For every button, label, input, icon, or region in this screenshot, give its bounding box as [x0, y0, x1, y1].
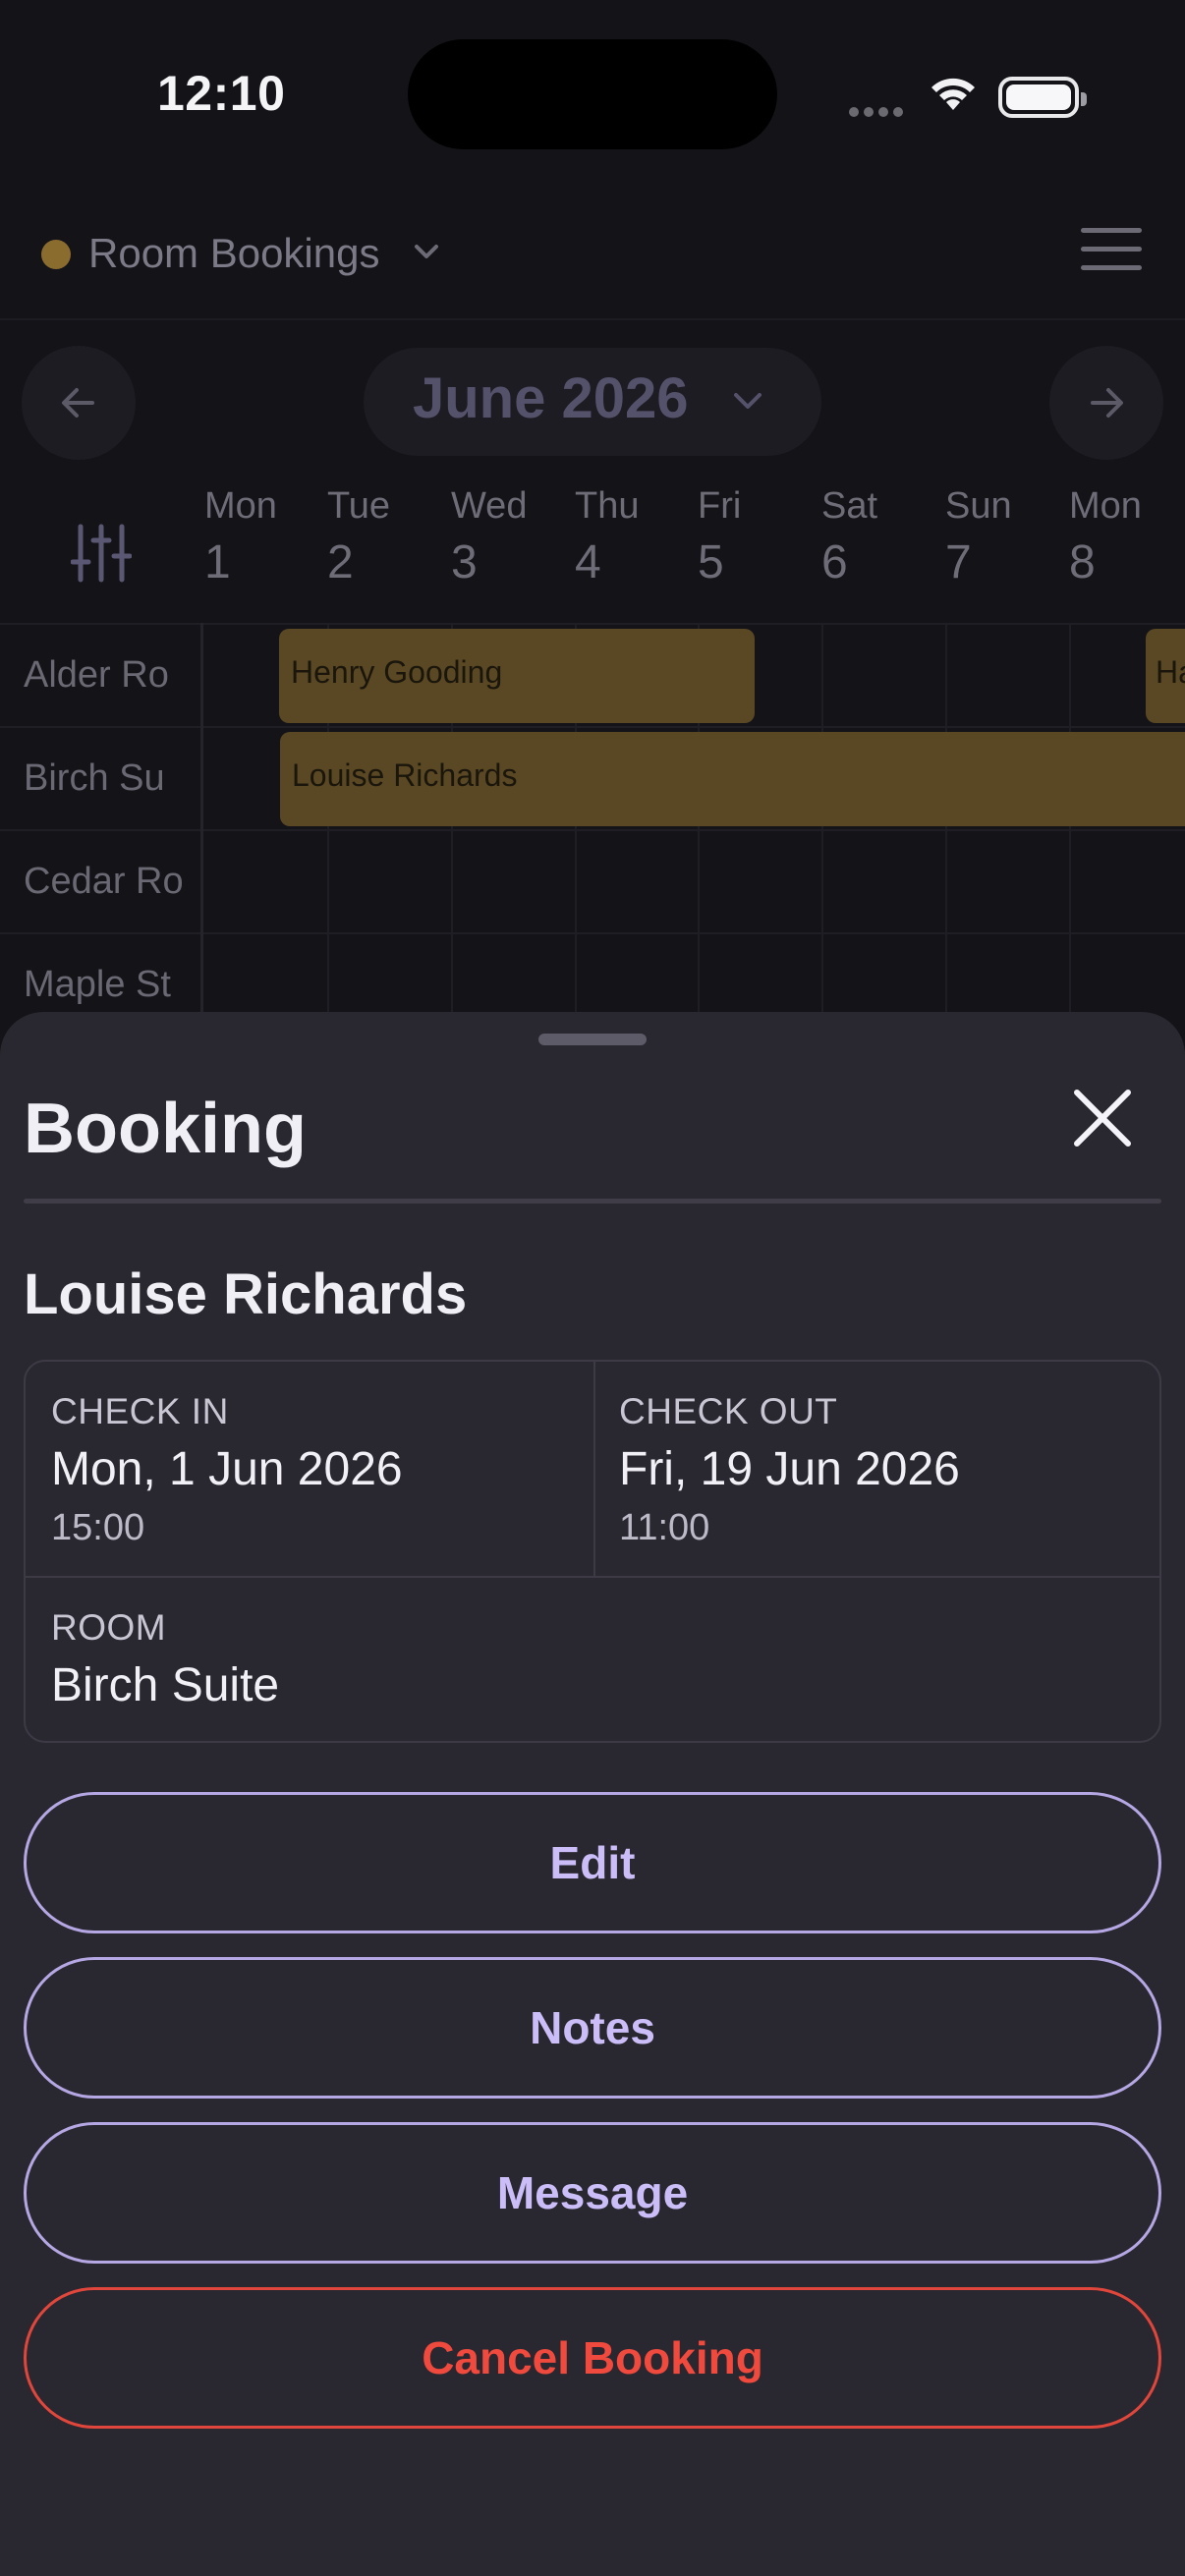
next-month-button[interactable] — [1049, 346, 1163, 460]
day-header: Fri 5 — [698, 485, 742, 588]
day-header: Thu 4 — [575, 485, 640, 588]
sheet-title: Booking — [24, 1090, 307, 1168]
day-header: Mon 8 — [1069, 485, 1142, 588]
edit-button[interactable]: Edit — [24, 1792, 1161, 1933]
status-time: 12:10 — [157, 66, 286, 121]
calendar-color-dot — [41, 240, 71, 269]
day-header: Mon 1 — [204, 485, 277, 588]
wifi-icon — [928, 75, 979, 119]
check-in-label: CHECK IN — [51, 1391, 229, 1431]
booking-block[interactable]: Louise Richards — [280, 732, 1185, 826]
check-in-date: Mon, 1 Jun 2026 — [51, 1443, 403, 1495]
hamburger-menu-icon[interactable] — [1081, 228, 1142, 275]
room-row[interactable]: Cedar Ro — [0, 829, 1185, 932]
booking-block[interactable]: Henry Gooding — [279, 629, 755, 723]
guest-name: Louise Richards — [24, 1262, 468, 1326]
booking-sheet: Booking Louise Richards CHECK IN Mon, 1 … — [0, 1012, 1185, 2576]
month-label[interactable]: June 2026 — [413, 365, 689, 431]
sheet-divider — [24, 1199, 1161, 1204]
card-divider — [26, 1576, 1159, 1578]
room-label: Alder Ro — [24, 654, 169, 696]
cellular-signal-icon — [849, 104, 908, 122]
arrow-left-icon — [62, 388, 94, 418]
booking-details-card: CHECK IN Mon, 1 Jun 2026 15:00 CHECK OUT… — [24, 1360, 1161, 1743]
status-bar: 12:10 — [0, 0, 1185, 196]
check-out-time: 11:00 — [619, 1507, 710, 1548]
day-header: Tue 2 — [327, 485, 391, 588]
cancel-booking-button[interactable]: Cancel Booking — [24, 2287, 1161, 2429]
dynamic-island — [408, 39, 777, 149]
room-label: Maple St — [24, 964, 171, 1005]
chevron-down-icon[interactable] — [411, 236, 442, 272]
previous-month-button[interactable] — [22, 346, 136, 460]
check-in-time: 15:00 — [51, 1507, 145, 1548]
battery-icon — [998, 77, 1087, 118]
room-name: Birch Suite — [51, 1659, 280, 1711]
card-divider — [593, 1362, 595, 1576]
sheet-grabber[interactable] — [538, 1034, 647, 1045]
calendar-selector[interactable]: Room Bookings — [88, 230, 379, 277]
arrow-right-icon — [1091, 388, 1123, 418]
room-label: Birch Su — [24, 757, 165, 799]
message-button[interactable]: Message — [24, 2122, 1161, 2264]
day-header: Sat 6 — [821, 485, 878, 588]
room-label: ROOM — [51, 1607, 167, 1648]
filter-sliders-icon[interactable] — [70, 523, 133, 588]
close-icon — [1074, 1090, 1131, 1147]
room-label: Cedar Ro — [24, 861, 184, 902]
chevron-down-icon[interactable] — [731, 387, 764, 421]
booking-block[interactable]: Ha — [1146, 629, 1185, 723]
close-button[interactable] — [1067, 1083, 1138, 1153]
day-header: Wed 3 — [451, 485, 528, 588]
check-out-label: CHECK OUT — [619, 1391, 838, 1431]
day-header: Sun 7 — [945, 485, 1012, 588]
notes-button[interactable]: Notes — [24, 1957, 1161, 2099]
check-out-date: Fri, 19 Jun 2026 — [619, 1443, 960, 1495]
